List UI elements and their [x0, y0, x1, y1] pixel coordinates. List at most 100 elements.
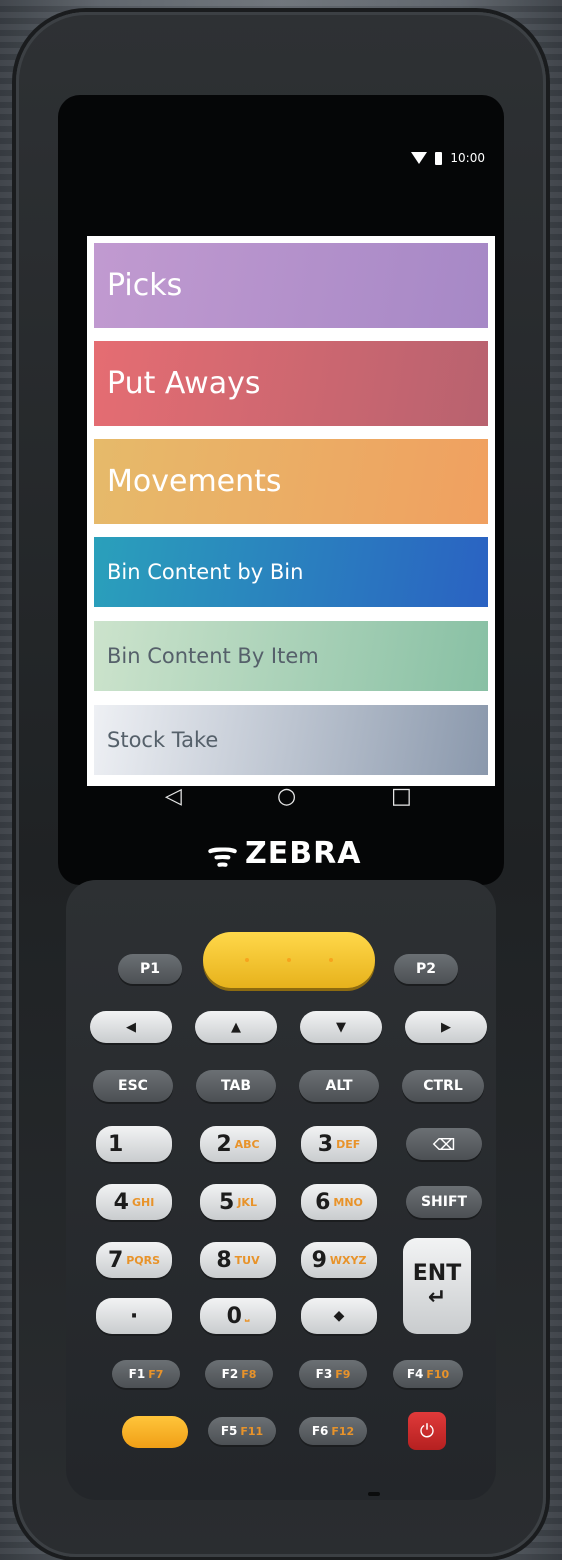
key-6[interactable]: 6 MNO [301, 1184, 377, 1220]
dot-key[interactable]: · [96, 1298, 172, 1334]
backspace-icon: ⌫ [432, 1134, 456, 1154]
key-2[interactable]: 2 ABC [200, 1126, 276, 1162]
status-bar: 10:00 [87, 145, 495, 175]
key-sublabel: TUV [234, 1253, 260, 1267]
key-4[interactable]: 4 GHI [96, 1184, 172, 1220]
orange-function-key[interactable] [122, 1416, 188, 1448]
enter-arrow-icon: ↵ [427, 1285, 447, 1310]
key-label: SHIFT [420, 1194, 468, 1210]
tab-key[interactable]: TAB [196, 1070, 276, 1102]
power-key[interactable]: ⏻ [408, 1412, 446, 1450]
key-0[interactable]: 0 ⎵ [200, 1298, 276, 1334]
trigger-dot [287, 958, 291, 962]
menu-item-label: Movements [107, 464, 282, 499]
key-sublabel: DEF [336, 1137, 361, 1151]
key-sublabel: ABC [234, 1137, 260, 1151]
menu-item-bin-content-by-bin[interactable]: Bin Content by Bin [94, 537, 488, 607]
key-label: 9 [311, 1247, 327, 1273]
p2-key[interactable]: P2 [394, 954, 458, 984]
menu-item-label: Bin Content by Bin [107, 560, 304, 584]
esc-key[interactable]: ESC [93, 1070, 173, 1102]
up-arrow-icon: ▲ [231, 1019, 241, 1035]
key-label: F5 [220, 1424, 238, 1438]
key-label: P1 [139, 961, 160, 977]
f5-f11-key[interactable]: F5 F11 [208, 1417, 276, 1445]
key-label: 5 [219, 1189, 235, 1215]
key-sublabel: ⎵ [244, 1309, 250, 1322]
right-arrow-icon: ▶ [441, 1019, 451, 1035]
key-8[interactable]: 8 TUV [200, 1242, 276, 1278]
f3-f9-key[interactable]: F3 F9 [299, 1360, 367, 1388]
key-label: 4 [113, 1189, 129, 1215]
key-label: CTRL [423, 1078, 463, 1094]
key-9[interactable]: 9 WXYZ [301, 1242, 377, 1278]
menu-item-stock-take[interactable]: Stock Take [94, 705, 488, 775]
f4-f10-key[interactable]: F4 F10 [393, 1360, 463, 1388]
wifi-icon [411, 152, 428, 164]
power-icon: ⏻ [419, 1420, 435, 1442]
menu-item-movements[interactable]: Movements [94, 439, 488, 524]
up-arrow-key[interactable]: ▲ [195, 1011, 277, 1043]
key-label: 6 [315, 1189, 331, 1215]
recents-icon[interactable]: □ [391, 786, 412, 808]
key-sublabel: F9 [335, 1367, 351, 1381]
key-sublabel: F8 [241, 1367, 257, 1381]
brand-name: ZEBRA [245, 835, 362, 871]
p1-key[interactable]: P1 [118, 954, 182, 984]
right-arrow-key[interactable]: ▶ [405, 1011, 487, 1043]
key-label: F4 [406, 1367, 424, 1381]
key-sublabel: F7 [148, 1367, 164, 1381]
diamond-key[interactable]: ◆ [301, 1298, 377, 1334]
key-label: ESC [118, 1078, 148, 1094]
alt-key[interactable]: ALT [299, 1070, 379, 1102]
menu-screen: Picks Put Aways Movements Bin Content by… [87, 236, 495, 786]
key-label: F3 [315, 1367, 333, 1381]
ctrl-key[interactable]: CTRL [402, 1070, 484, 1102]
android-nav-bar: ◁ ○ □ [87, 786, 495, 814]
key-sublabel: JKL [237, 1195, 257, 1209]
key-7[interactable]: 7 PQRS [96, 1242, 172, 1278]
zebra-logo-icon: ᯤ [207, 835, 240, 875]
shift-key[interactable]: SHIFT [406, 1186, 482, 1218]
key-label: 1 [108, 1131, 124, 1157]
down-arrow-key[interactable]: ▼ [300, 1011, 382, 1043]
key-label: · [129, 1303, 139, 1329]
left-arrow-key[interactable]: ◀ [90, 1011, 172, 1043]
key-label: ALT [325, 1078, 353, 1094]
enter-key[interactable]: ENT ↵ [403, 1238, 471, 1334]
key-sublabel: WXYZ [329, 1253, 367, 1267]
key-sublabel: F11 [240, 1424, 264, 1438]
left-arrow-icon: ◀ [126, 1019, 136, 1035]
backspace-key[interactable]: ⌫ [406, 1128, 482, 1160]
menu-item-put-aways[interactable]: Put Aways [94, 341, 488, 426]
f2-f8-key[interactable]: F2 F8 [205, 1360, 273, 1388]
f1-f7-key[interactable]: F1 F7 [112, 1360, 180, 1388]
microphone-hole [368, 1492, 380, 1496]
key-sublabel: PQRS [126, 1253, 161, 1267]
menu-item-label: Bin Content By Item [107, 644, 319, 668]
key-3[interactable]: 3 DEF [301, 1126, 377, 1162]
down-arrow-icon: ▼ [336, 1019, 346, 1035]
key-label: 7 [107, 1247, 124, 1273]
key-label: 0 [226, 1303, 242, 1329]
key-label: 8 [216, 1247, 232, 1273]
f6-f12-key[interactable]: F6 F12 [299, 1417, 367, 1445]
key-label: 3 [317, 1131, 334, 1157]
key-1[interactable]: 1 [96, 1126, 172, 1162]
key-label: F1 [128, 1367, 146, 1381]
key-5[interactable]: 5 JKL [200, 1184, 276, 1220]
back-icon[interactable]: ◁ [165, 786, 182, 808]
key-sublabel: GHI [131, 1195, 155, 1209]
scan-trigger-button[interactable] [203, 932, 375, 988]
battery-icon [435, 151, 443, 165]
home-icon[interactable]: ○ [277, 786, 296, 808]
key-label: P2 [415, 961, 436, 977]
key-label: F6 [311, 1424, 329, 1438]
menu-item-label: Put Aways [107, 366, 261, 401]
menu-item-picks[interactable]: Picks [94, 243, 488, 328]
key-label: ENT [412, 1261, 462, 1286]
trigger-dot [329, 958, 333, 962]
key-sublabel: MNO [333, 1195, 363, 1209]
key-label: F2 [221, 1367, 239, 1381]
menu-item-bin-content-by-item[interactable]: Bin Content By Item [94, 621, 488, 691]
